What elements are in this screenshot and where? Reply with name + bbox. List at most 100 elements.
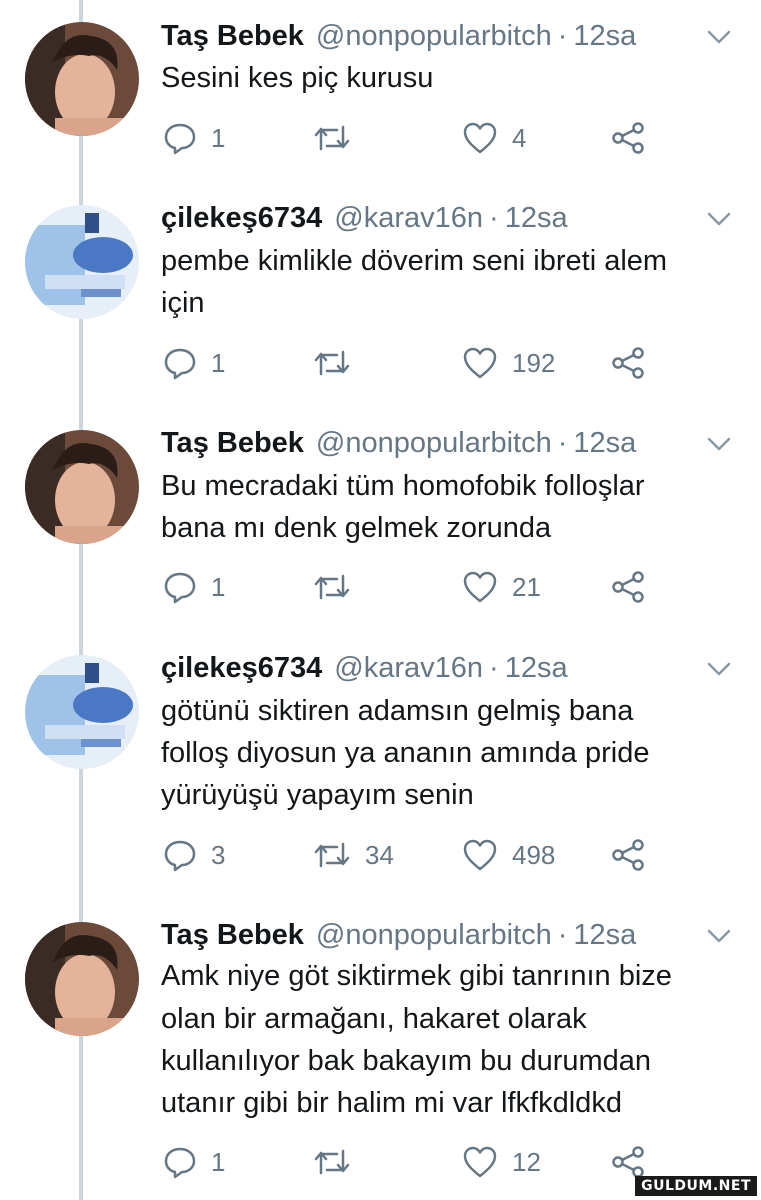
tweet-header: Taş Bebek @nonpopularbitch · 12sa xyxy=(161,423,741,463)
separator: · xyxy=(557,427,568,459)
watermark-logo: GULDUM.NET xyxy=(635,1176,757,1196)
like-count: 192 xyxy=(512,348,556,378)
retweet-button[interactable] xyxy=(313,1142,365,1182)
avatar[interactable] xyxy=(25,430,139,544)
share-button[interactable] xyxy=(610,343,646,383)
reply-count: 1 xyxy=(211,123,226,153)
tweet-text-line: götünü siktiren adamsın gelmiş bana xyxy=(161,695,634,727)
timestamp[interactable]: 12sa xyxy=(505,198,568,238)
tweet-actions: 1 4 xyxy=(0,118,761,158)
share-icon xyxy=(612,347,644,379)
reply-icon xyxy=(164,840,196,872)
retweet-icon xyxy=(314,1149,350,1175)
chevron-down-icon[interactable] xyxy=(705,24,733,48)
tweet-text-line: pembe kimlikle döverim seni ibreti alem xyxy=(161,245,668,277)
display-name[interactable]: çilekeş6734 xyxy=(161,198,322,238)
reply-button[interactable]: 1 xyxy=(163,1142,225,1182)
share-button[interactable] xyxy=(610,835,646,875)
share-icon xyxy=(612,571,644,603)
timestamp[interactable]: 12sa xyxy=(573,16,636,56)
tweet-text-line: bana mı denk gelmek zorunda xyxy=(161,512,552,544)
retweet-button[interactable] xyxy=(313,567,365,607)
tweet-text-line: için xyxy=(161,287,205,319)
heart-icon xyxy=(463,1146,497,1178)
tweet-actions: 3 34 498 xyxy=(0,835,761,875)
tweet-actions: 1 192 xyxy=(0,343,761,383)
reply-button[interactable]: 1 xyxy=(163,567,225,607)
tweet-header: Taş Bebek @nonpopularbitch · 12sa xyxy=(161,915,741,955)
tweet-text-line: Bu mecradaki tüm homofobik folloşlar xyxy=(161,470,645,502)
avatar[interactable] xyxy=(25,655,139,769)
separator: · xyxy=(557,20,568,52)
like-button[interactable]: 21 xyxy=(462,567,541,607)
heart-icon xyxy=(463,347,497,379)
like-count: 21 xyxy=(512,572,541,602)
like-button[interactable]: 12 xyxy=(462,1142,541,1182)
tweet-text-line: kullanılıyor bak bakayım bu durumdan xyxy=(161,1045,652,1077)
tweet-text-line: Amk niye göt siktirmek gibi tanrının biz… xyxy=(161,960,672,992)
share-icon xyxy=(612,839,644,871)
share-button[interactable] xyxy=(610,567,646,607)
timestamp[interactable]: 12sa xyxy=(573,423,636,463)
tweet-text-line: yürüyüşü yapayım senin xyxy=(161,779,474,811)
tweet-header: çilekeş6734 @karav16n · 12sa xyxy=(161,198,741,238)
like-button[interactable]: 4 xyxy=(462,118,526,158)
like-button[interactable]: 498 xyxy=(462,835,555,875)
retweet-button[interactable]: 34 xyxy=(313,835,394,875)
display-name[interactable]: Taş Bebek xyxy=(161,423,304,463)
like-count: 12 xyxy=(512,1147,541,1177)
chevron-down-icon[interactable] xyxy=(705,656,733,680)
separator: · xyxy=(489,652,499,684)
like-count: 4 xyxy=(512,123,527,153)
reply-count: 1 xyxy=(211,572,226,602)
separator: · xyxy=(557,919,568,951)
reply-icon xyxy=(164,1147,196,1179)
retweet-count: 34 xyxy=(365,840,394,870)
chevron-down-icon[interactable] xyxy=(705,431,733,455)
tweet-text-line: olan bir armağanı, hakaret olarak xyxy=(161,1003,587,1035)
share-icon xyxy=(612,122,644,154)
retweet-button[interactable] xyxy=(313,343,365,383)
reply-icon xyxy=(164,348,196,380)
share-icon xyxy=(612,1146,644,1178)
retweet-button[interactable] xyxy=(313,118,365,158)
username-handle[interactable]: @karav16n xyxy=(334,648,483,688)
retweet-icon xyxy=(314,125,350,151)
tweet-actions: 1 21 xyxy=(0,567,761,607)
tweet-text-line: utanır gibi bir halim mi var lfkfkdldkd xyxy=(161,1087,622,1119)
retweet-icon xyxy=(314,574,350,600)
share-button[interactable] xyxy=(610,118,646,158)
username-handle[interactable]: @karav16n xyxy=(334,198,483,238)
reply-button[interactable]: 1 xyxy=(163,343,225,383)
reply-icon xyxy=(164,572,196,604)
avatar[interactable] xyxy=(25,205,139,319)
display-name[interactable]: Taş Bebek xyxy=(161,915,304,955)
reply-icon xyxy=(164,123,196,155)
tweet-header: çilekeş6734 @karav16n · 12sa xyxy=(161,648,741,688)
chevron-down-icon[interactable] xyxy=(705,923,733,947)
like-count: 498 xyxy=(512,840,556,870)
username-handle[interactable]: @nonpopularbitch xyxy=(316,16,552,56)
timestamp[interactable]: 12sa xyxy=(505,648,568,688)
tweet-text-line: Sesini kes piç kurusu xyxy=(161,62,434,94)
reply-button[interactable]: 1 xyxy=(163,118,225,158)
username-handle[interactable]: @nonpopularbitch xyxy=(316,915,552,955)
reply-count: 1 xyxy=(211,1147,226,1177)
display-name[interactable]: Taş Bebek xyxy=(161,16,304,56)
timestamp[interactable]: 12sa xyxy=(573,915,636,955)
tweet-text-line: folloş diyosun ya ananın amında pride xyxy=(161,737,650,769)
heart-icon xyxy=(463,839,497,871)
heart-icon xyxy=(463,571,497,603)
username-handle[interactable]: @nonpopularbitch xyxy=(316,423,552,463)
avatar[interactable] xyxy=(25,922,139,1036)
like-button[interactable]: 192 xyxy=(462,343,555,383)
tweet-header: Taş Bebek @nonpopularbitch · 12sa xyxy=(161,16,741,56)
retweet-icon xyxy=(314,842,350,868)
reply-count: 1 xyxy=(211,348,226,378)
reply-button[interactable]: 3 xyxy=(163,835,225,875)
heart-icon xyxy=(463,122,497,154)
display-name[interactable]: çilekeş6734 xyxy=(161,648,322,688)
chevron-down-icon[interactable] xyxy=(705,206,733,230)
retweet-icon xyxy=(314,350,350,376)
reply-count: 3 xyxy=(211,840,226,870)
